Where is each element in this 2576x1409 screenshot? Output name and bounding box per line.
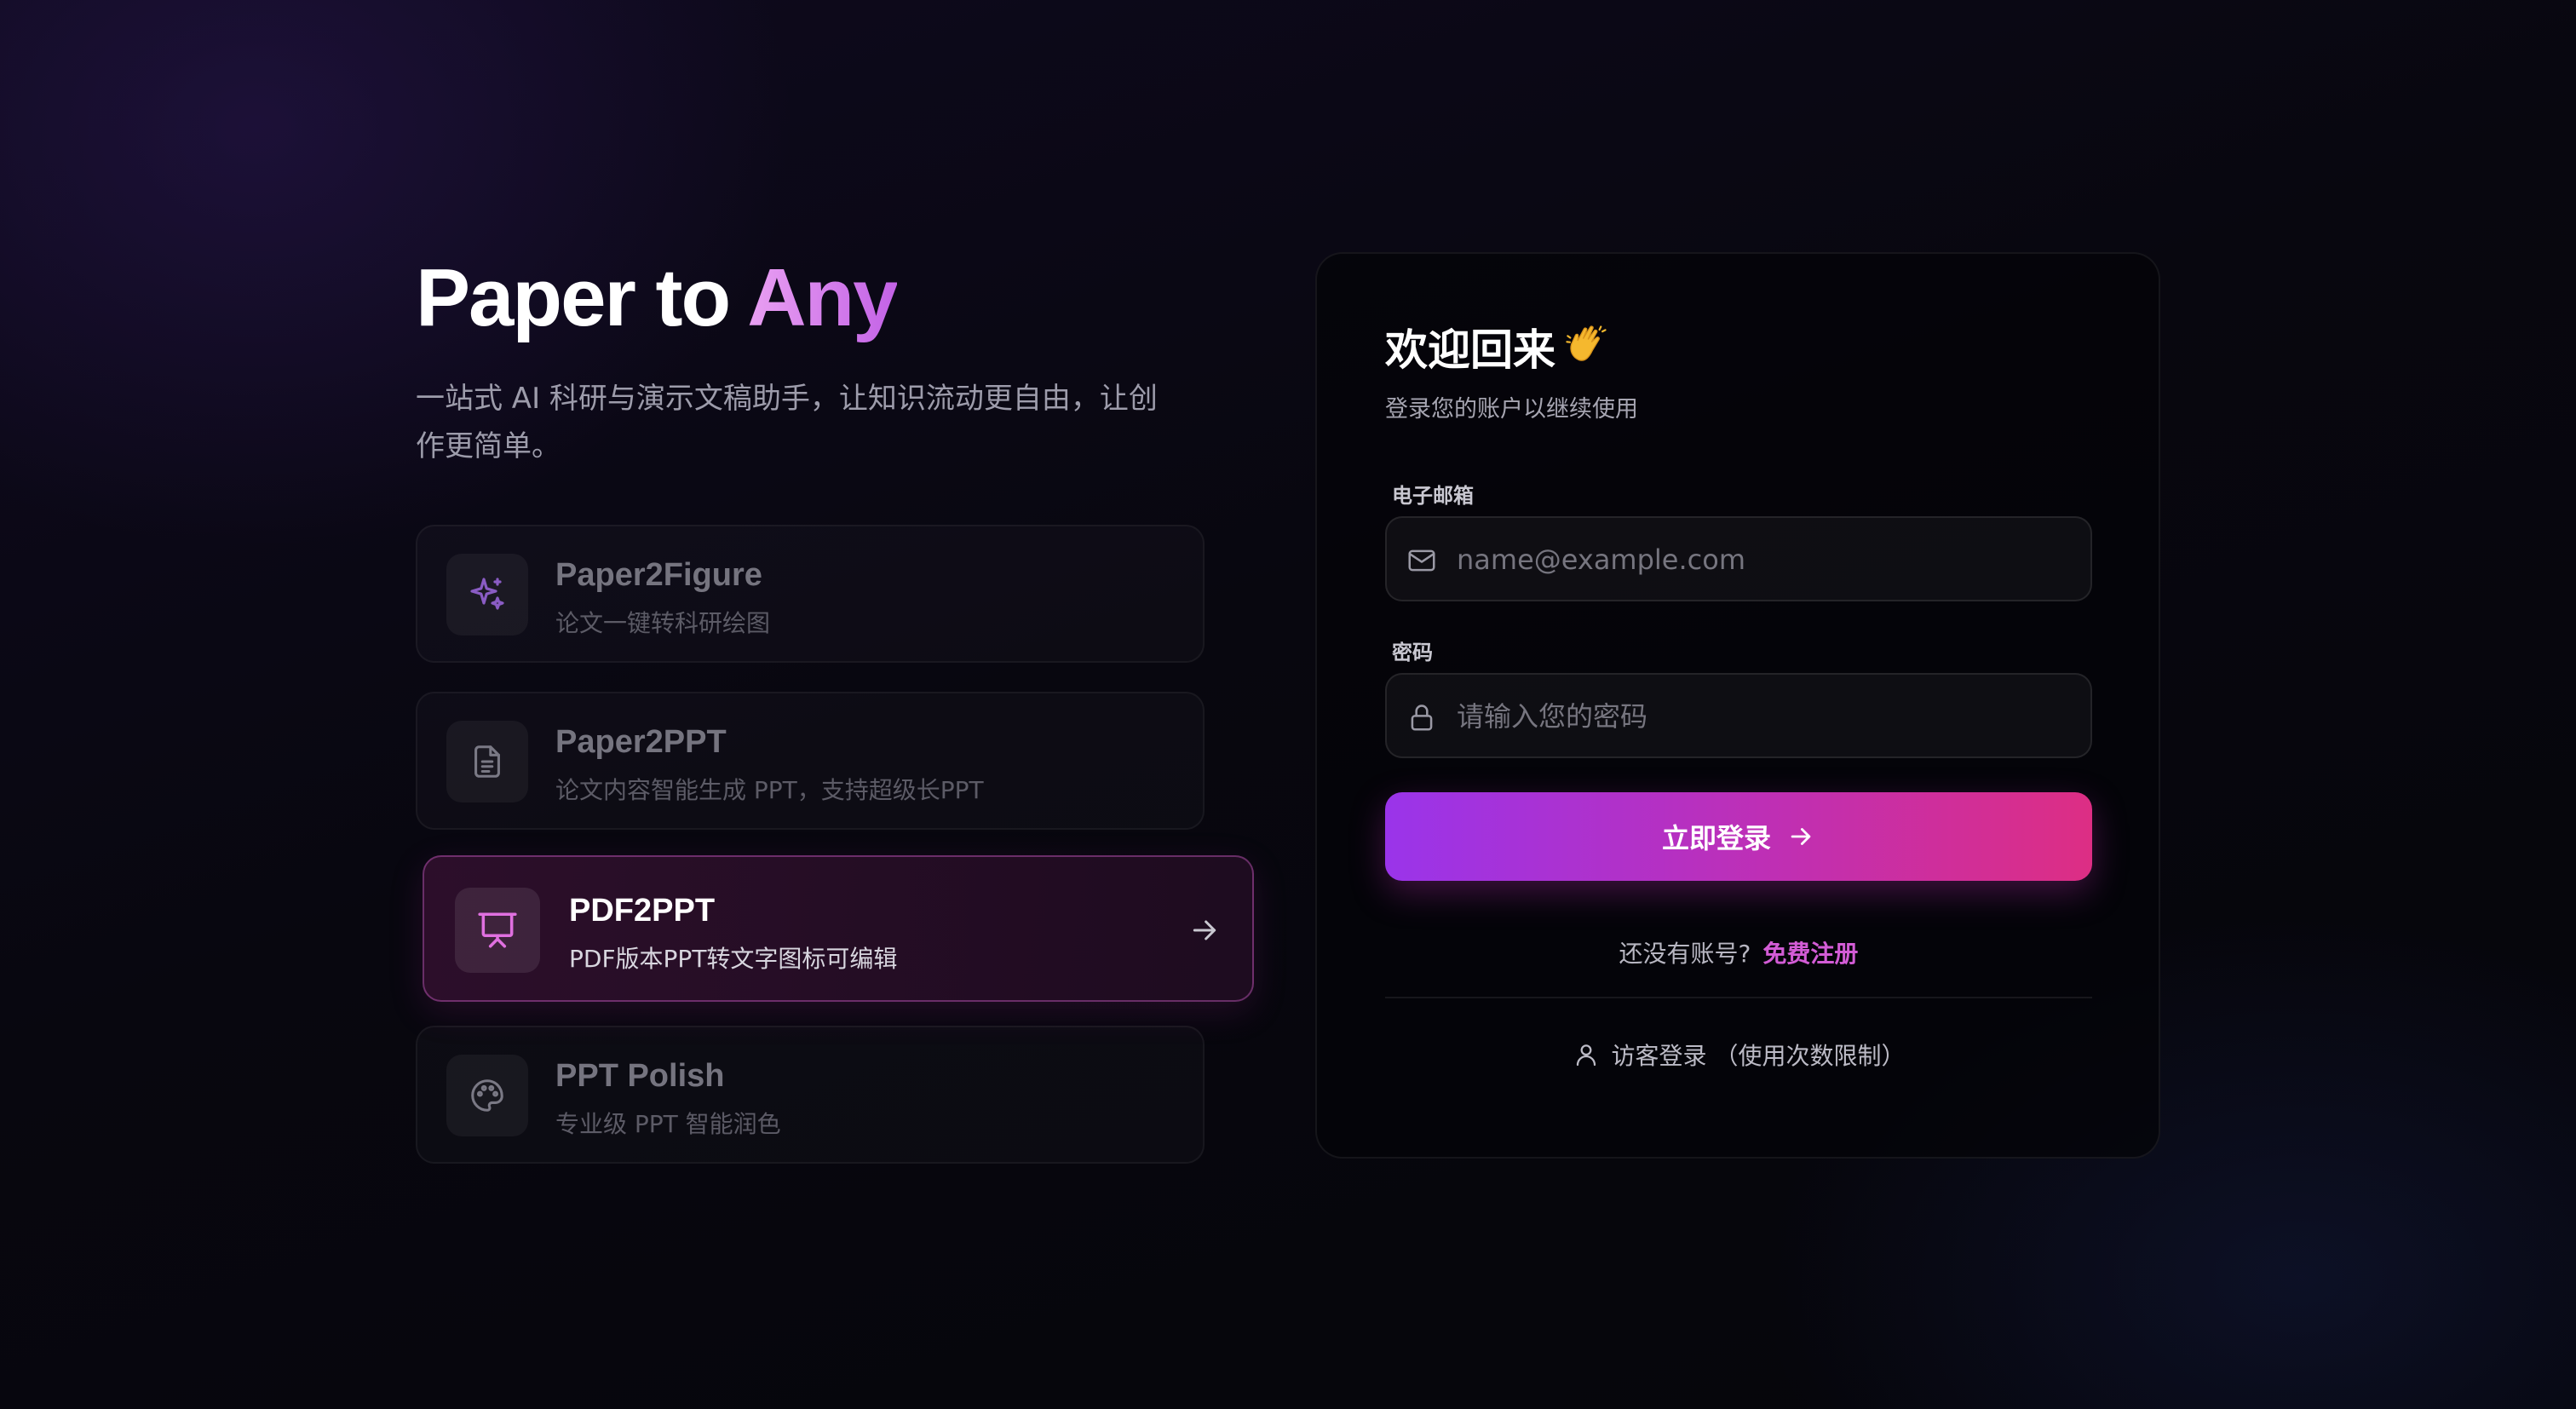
user-icon	[1576, 1044, 1596, 1067]
feature-description: 专业级 PPT 智能润色	[555, 1110, 781, 1138]
email-label: 电子邮箱	[1392, 484, 1474, 508]
login-button-label: 立即登录	[1661, 822, 1771, 854]
palette-icon	[446, 1055, 528, 1136]
feature-card-pdf2ppt[interactable]: PDF2PPT PDF版本PPT转文字图标可编辑	[423, 855, 1254, 1002]
feature-description: PDF版本PPT转文字图标可编辑	[569, 945, 898, 973]
feature-title: PPT Polish	[555, 1058, 725, 1094]
welcome-text: 欢迎回来	[1385, 325, 1555, 375]
no-account-text: 还没有账号?	[1619, 940, 1751, 968]
hero-title-accent: Any	[747, 252, 898, 343]
feature-card-paper2figure[interactable]: Paper2Figure 论文一键转科研绘图	[416, 525, 1205, 663]
waving-hand-icon	[1564, 321, 1608, 379]
divider	[1385, 997, 2092, 998]
feature-card-paper2ppt[interactable]: Paper2PPT 论文内容智能生成 PPT，支持超级长PPT	[416, 692, 1205, 830]
password-label: 密码	[1392, 641, 1433, 664]
login-button[interactable]: 立即登录	[1385, 792, 2092, 881]
presentation-icon	[455, 888, 540, 973]
hero-title: Paper to Any	[416, 247, 899, 349]
hero-title-main: Paper to	[416, 252, 748, 343]
feature-description: 论文内容智能生成 PPT，支持超级长PPT	[555, 776, 984, 804]
password-input[interactable]	[1455, 675, 2072, 758]
signup-prompt: 还没有账号? 免费注册	[1385, 935, 2092, 969]
guest-login-button[interactable]: 访客登录 （使用次数限制）	[1385, 1038, 2092, 1072]
feature-title: Paper2Figure	[555, 557, 762, 593]
feature-title: PDF2PPT	[569, 893, 716, 929]
feature-card-ppt-polish[interactable]: PPT Polish 专业级 PPT 智能润色	[416, 1026, 1205, 1164]
lock-icon	[1411, 704, 1433, 731]
guest-login-label: 访客登录 （使用次数限制）	[1611, 1042, 1906, 1070]
document-icon	[446, 721, 528, 802]
password-field	[1385, 673, 2092, 758]
hero-subtitle: 一站式 AI 科研与演示文稿助手，让知识流动更自由，让创作更简单。	[416, 382, 1158, 463]
arrow-right-icon	[1791, 828, 1811, 845]
signup-link[interactable]: 免费注册	[1762, 940, 1858, 968]
email-input[interactable]	[1455, 518, 2072, 601]
arrow-right-icon	[1193, 920, 1216, 940]
feature-description: 论文一键转科研绘图	[555, 609, 771, 637]
mail-icon	[1408, 549, 1435, 572]
email-field	[1385, 516, 2092, 601]
welcome-subtitle: 登录您的账户以继续使用	[1385, 396, 1638, 423]
feature-title: Paper2PPT	[555, 724, 727, 760]
sparkles-icon	[446, 554, 528, 635]
welcome-heading: 欢迎回来	[1385, 322, 1608, 379]
